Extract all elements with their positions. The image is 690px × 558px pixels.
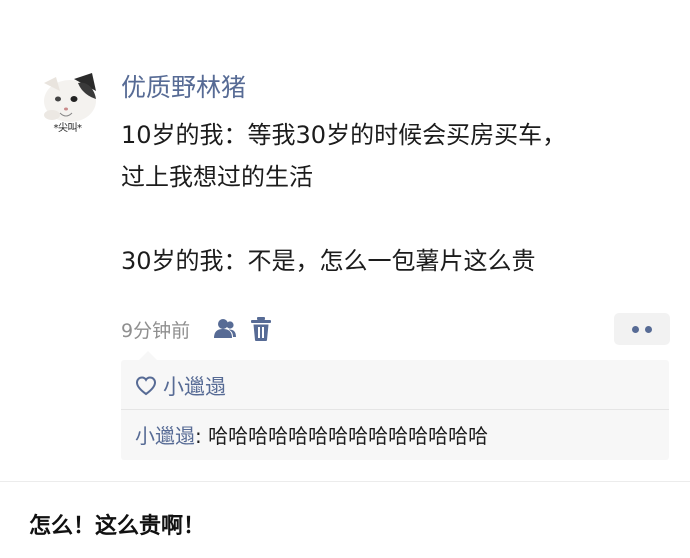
- more-dots-icon: [632, 325, 639, 333]
- like-user-name[interactable]: 小邋遢: [163, 371, 226, 401]
- post-meta: 9分钟前: [121, 313, 272, 345]
- divider: [121, 409, 669, 410]
- likes-row: 小邋遢: [135, 370, 226, 402]
- moment-post: *尖叫* 优质野林猪 10岁的我：等我30岁的时候会买房买车， 过上我想过的生活…: [0, 0, 690, 480]
- likes-comments-panel: 小邋遢 小邋遢: 哈哈哈哈哈哈哈哈哈哈哈哈哈哈: [121, 351, 669, 460]
- caption-text: 怎么！这么贵啊！: [29, 514, 206, 539]
- comment-author[interactable]: 小邋遢: [135, 424, 195, 448]
- post-text-line: 10岁的我：等我30岁的时候会买房买车，: [121, 121, 567, 149]
- people-icon[interactable]: [212, 316, 238, 342]
- more-button[interactable]: [614, 313, 670, 345]
- post-content: 10岁的我：等我30岁的时候会买房买车， 过上我想过的生活 30岁的我：不是，怎…: [121, 114, 641, 282]
- trash-icon[interactable]: [250, 316, 272, 342]
- post-text-line: 30岁的我：不是，怎么一包薯片这么贵: [121, 247, 536, 275]
- divider: [0, 481, 690, 482]
- username[interactable]: 优质野林猪: [121, 71, 246, 105]
- more-dots-icon: [645, 325, 652, 333]
- heart-icon: [135, 376, 157, 396]
- comment-text: 哈哈哈哈哈哈哈哈哈哈哈哈哈哈: [208, 424, 489, 448]
- post-time: 9分钟前: [121, 319, 191, 342]
- comment-separator: :: [195, 424, 209, 448]
- post-text-line: 过上我想过的生活: [121, 163, 313, 191]
- comment-item[interactable]: 小邋遢: 哈哈哈哈哈哈哈哈哈哈哈哈哈哈: [135, 421, 488, 451]
- avatar[interactable]: *尖叫*: [34, 69, 101, 136]
- avatar-caption: *尖叫*: [53, 123, 83, 134]
